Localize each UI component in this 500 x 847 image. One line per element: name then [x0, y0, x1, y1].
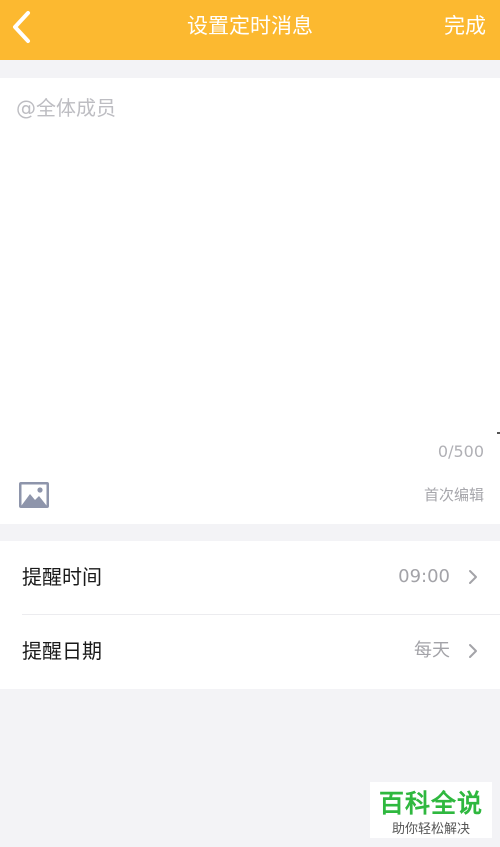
page: 设置定时消息 完成 @全体成员 0/500 首次编辑 提醒时间 09:00 提醒… — [0, 0, 500, 847]
image-icon — [19, 482, 49, 508]
page-title: 设置定时消息 — [187, 14, 313, 38]
reminder-date-row[interactable]: 提醒日期 每天 — [0, 615, 500, 689]
first-edit-label: 首次编辑 — [423, 486, 484, 504]
message-input[interactable]: @全体成员 — [16, 92, 116, 121]
reminder-time-label: 提醒时间 — [22, 565, 102, 589]
char-counter: 0/500 — [437, 442, 484, 461]
nav-bar: 设置定时消息 完成 — [0, 0, 500, 60]
reminder-date-label: 提醒日期 — [22, 639, 102, 663]
reminder-time-value: 09:00 — [398, 566, 450, 587]
reminder-date-value: 每天 — [414, 640, 450, 661]
reminder-time-row[interactable]: 提醒时间 09:00 — [0, 541, 500, 615]
message-editor: @全体成员 0/500 首次编辑 — [0, 78, 500, 524]
chevron-right-icon — [469, 644, 477, 658]
add-image-button[interactable] — [19, 482, 49, 508]
watermark-title: 百科全说 — [378, 789, 483, 818]
watermark-subtitle: 助你轻松解决 — [391, 822, 470, 837]
chevron-right-icon — [469, 570, 477, 584]
done-button[interactable]: 完成 — [444, 0, 486, 60]
watermark-logo: 百科全说 助你轻松解决 — [370, 782, 492, 838]
reminder-settings: 提醒时间 09:00 提醒日期 每天 — [0, 541, 500, 689]
